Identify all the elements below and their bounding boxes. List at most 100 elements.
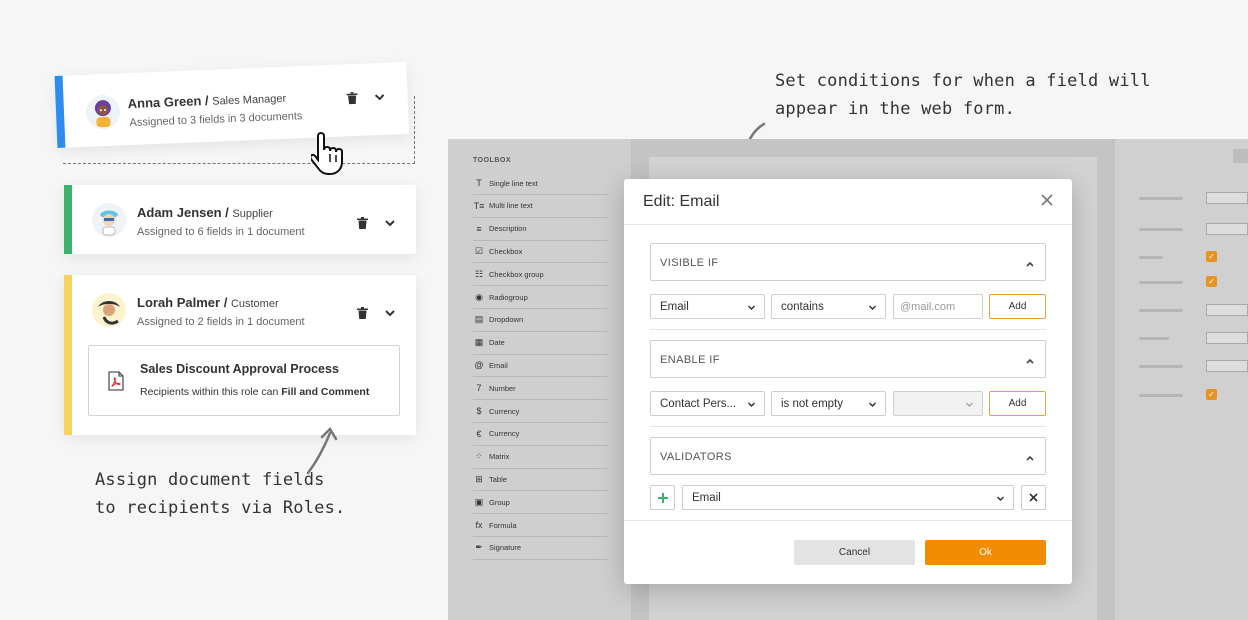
ok-button[interactable]: Ok — [925, 540, 1046, 565]
toolbox-item[interactable]: ▤ Dropdown — [473, 309, 608, 332]
document-permission-text: Recipients within this role can Fill and… — [140, 386, 370, 398]
toolbox-item[interactable]: ⁘ Matrix — [473, 446, 608, 469]
role-name: Lorah Palmer / Customer — [137, 295, 279, 310]
conditions-annotation: Set conditions for when a field will app… — [775, 71, 1151, 119]
visible-if-value-input[interactable]: @mail.com — [893, 294, 983, 319]
validators-section-header[interactable]: VALIDATORS — [650, 437, 1046, 475]
validator-type-select[interactable]: Email — [682, 485, 1014, 510]
avatar — [85, 94, 121, 130]
toolbox-item-label: Table — [489, 474, 507, 484]
toolbox-item-icon: ✒ — [475, 542, 483, 553]
toolbox-item-icon: ⁘ — [475, 451, 483, 462]
role-color-stripe — [54, 75, 66, 148]
chevron-down-icon[interactable] — [382, 305, 398, 321]
chevron-down-icon[interactable] — [382, 215, 398, 231]
close-icon — [1029, 493, 1038, 502]
toolbox-item-label: Checkbox group — [489, 269, 544, 279]
toolbox-item-icon: ⊞ — [475, 473, 483, 484]
prop-input[interactable] — [1206, 192, 1248, 204]
toolbox-item-label: Description — [489, 224, 527, 234]
trash-icon[interactable] — [354, 215, 370, 231]
cancel-button[interactable]: Cancel — [794, 540, 915, 565]
role-assignment-summary: Assigned to 3 fields in 3 documents — [129, 110, 303, 130]
toolbox-item[interactable]: T Single line text — [473, 172, 608, 195]
checkbox-checked-icon[interactable]: ✓ — [1206, 276, 1217, 287]
role-assignment-summary: Assigned to 2 fields in 1 document — [137, 316, 305, 328]
section-label: VISIBLE IF — [660, 257, 719, 269]
prop-label — [1139, 281, 1183, 284]
chevron-up-icon — [1025, 451, 1035, 461]
role-card-lorah-palmer[interactable]: Lorah Palmer / Customer Assigned to 2 fi… — [64, 275, 416, 435]
role-name: Anna Green / Sales Manager — [127, 92, 287, 112]
enable-if-value-select — [893, 391, 983, 416]
toolbox-item[interactable]: ☷ Checkbox group — [473, 263, 608, 287]
chevron-down-icon — [965, 400, 974, 409]
chevron-down-icon — [747, 400, 756, 409]
avatar — [92, 293, 126, 327]
add-validator-button[interactable] — [650, 485, 675, 510]
chevron-up-icon — [1025, 354, 1035, 364]
prop-input[interactable] — [1206, 223, 1248, 235]
role-color-stripe — [64, 275, 72, 435]
prop-input[interactable] — [1206, 304, 1248, 316]
dialog-title: Edit: Email — [643, 193, 720, 210]
toolbox-item[interactable]: ≡ Description — [473, 218, 608, 241]
document-title: Sales Discount Approval Process — [140, 362, 339, 376]
toolbox-item[interactable]: @ Email — [473, 354, 608, 378]
visible-if-operator-select[interactable]: contains — [771, 294, 886, 319]
checkbox-checked-icon[interactable]: ✓ — [1206, 251, 1217, 262]
toolbox-item-icon: $ — [476, 406, 482, 416]
toolbox-item-icon: ☑ — [474, 245, 484, 256]
toolbox-item-icon: 7 — [476, 383, 482, 394]
toolbox-item-label: Signature — [489, 543, 522, 553]
toolbox-item[interactable]: ✒ Signature — [473, 537, 608, 560]
toolbox-item[interactable]: ▣ Group — [473, 491, 608, 515]
enable-if-field-select[interactable]: Contact Pers... — [650, 391, 765, 416]
visible-if-section-header[interactable]: VISIBLE IF — [650, 243, 1046, 281]
toolbox-item-icon: ☷ — [474, 268, 484, 279]
prop-label — [1139, 309, 1183, 312]
hand-cursor-icon — [309, 130, 353, 181]
visible-if-field-select[interactable]: Email — [650, 294, 765, 319]
edit-field-dialog: Edit: Email VISIBLE IF Email contains @m… — [624, 179, 1072, 584]
divider — [650, 426, 1046, 427]
prop-label — [1139, 256, 1163, 259]
properties-panel: ✓ ✓ ✓ — [1115, 139, 1248, 620]
toolbox-item[interactable]: ▦ Date — [473, 332, 608, 355]
trash-icon[interactable] — [354, 305, 370, 321]
toolbox-item-icon: ▤ — [474, 314, 484, 325]
role-color-stripe — [64, 185, 72, 254]
visible-if-add-button[interactable]: Add — [989, 294, 1046, 319]
trash-icon[interactable] — [343, 90, 360, 107]
toolbox-item[interactable]: ⊞ Table — [473, 468, 608, 492]
toolbox-item[interactable]: $ Currency — [473, 400, 608, 423]
prop-label — [1139, 228, 1183, 231]
role-card-anna-green[interactable]: Anna Green / Sales Manager Assigned to 3… — [54, 61, 410, 148]
checkbox-checked-icon[interactable]: ✓ — [1206, 389, 1217, 400]
toolbox-item[interactable]: T≡ Multi line text — [473, 195, 608, 218]
toolbox-item[interactable]: € Currency — [473, 423, 608, 446]
toolbox-item[interactable]: 7 Number — [473, 377, 608, 401]
prop-input[interactable] — [1206, 360, 1248, 372]
remove-validator-button[interactable] — [1021, 485, 1046, 510]
role-card-adam-jensen[interactable]: Adam Jensen / Supplier Assigned to 6 fie… — [64, 185, 416, 254]
panel-button[interactable] — [1233, 149, 1248, 163]
document-item[interactable]: Sales Discount Approval Process Recipien… — [88, 345, 400, 416]
toolbox-item-icon: T≡ — [473, 200, 485, 211]
section-label: VALIDATORS — [660, 451, 732, 463]
close-icon[interactable] — [1040, 193, 1056, 209]
toolbox-item[interactable]: ◉ Radiogroup — [473, 286, 608, 309]
chevron-down-icon[interactable] — [371, 89, 388, 106]
toolbox-item[interactable]: ☑ Checkbox — [473, 240, 608, 264]
enable-if-section-header[interactable]: ENABLE IF — [650, 340, 1046, 378]
toolbox-item-label: Date — [489, 338, 505, 348]
toolbox-item-label: Single line text — [489, 178, 538, 188]
chevron-down-icon — [868, 303, 877, 312]
prop-input[interactable] — [1206, 332, 1248, 344]
chevron-down-icon — [747, 303, 756, 312]
enable-if-add-button[interactable]: Add — [989, 391, 1046, 416]
toolbox-item[interactable]: fx Formula — [473, 514, 608, 537]
chevron-down-icon — [996, 494, 1005, 503]
enable-if-operator-select[interactable]: is not empty — [771, 391, 886, 416]
toolbox-item-label: Dropdown — [489, 315, 524, 325]
